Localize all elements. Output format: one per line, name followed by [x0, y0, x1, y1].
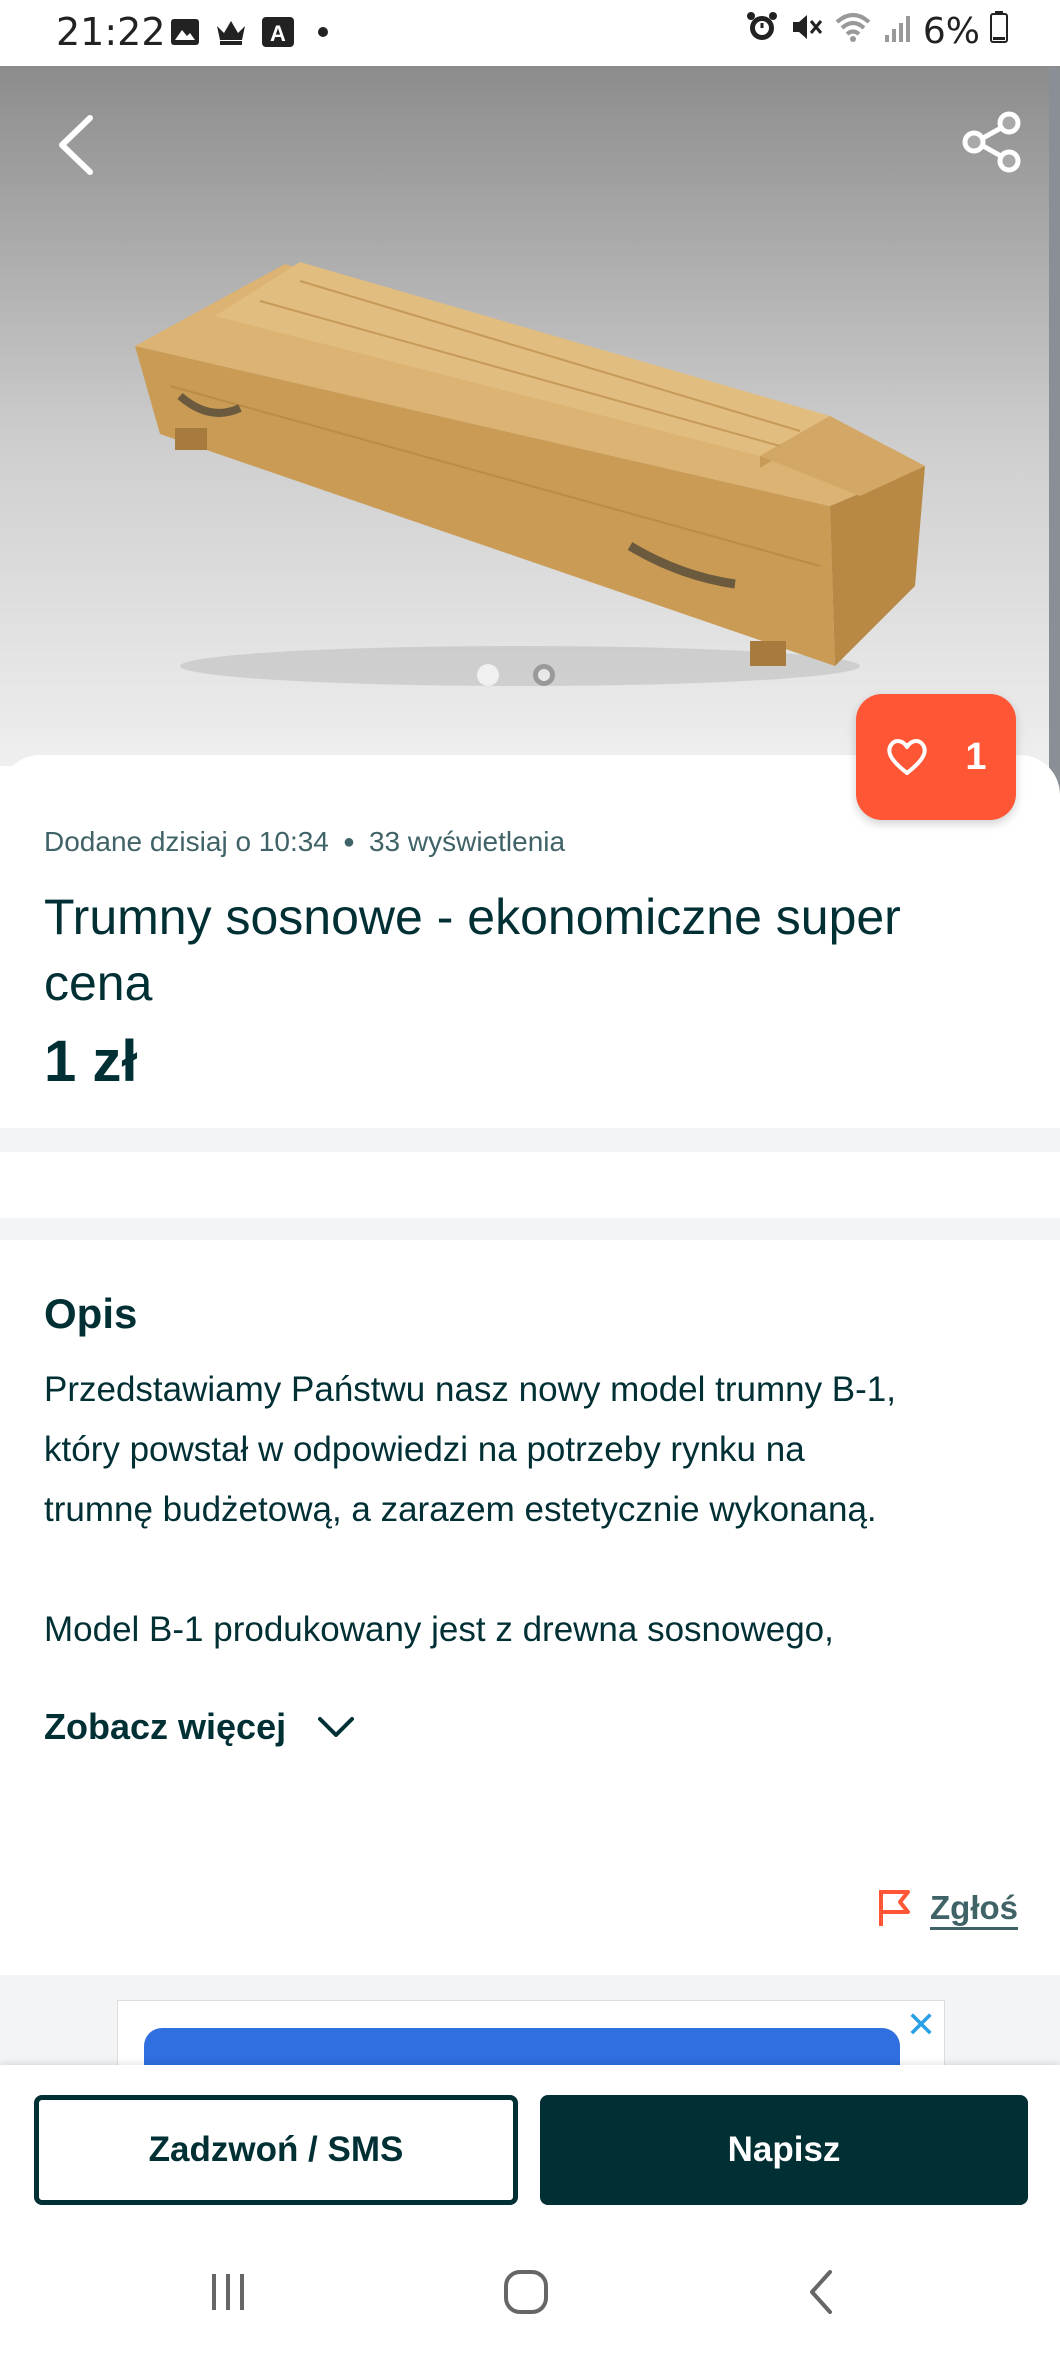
carousel-dot-active[interactable]: [477, 664, 499, 686]
dot-icon: [316, 14, 330, 50]
listing-meta: Dodane dzisiaj o 10:34 ● 33 wyświetlenia: [44, 826, 565, 858]
report-link[interactable]: Zgłoś: [876, 1888, 1018, 1928]
listing-photo[interactable]: [0, 66, 1060, 766]
share-icon: [962, 111, 1021, 173]
recents-icon: [212, 2274, 244, 2310]
wifi-icon: [833, 10, 873, 53]
added-date: Dodane dzisiaj o 10:34: [44, 826, 329, 857]
see-more-label: Zobacz więcej: [44, 1706, 287, 1747]
section-divider: [0, 1128, 1060, 1152]
back-button[interactable]: [50, 110, 110, 180]
battery-level: 6%: [922, 11, 980, 52]
section-divider: [0, 1218, 1060, 1240]
gallery-icon: [168, 14, 202, 50]
back-nav-button[interactable]: [802, 2268, 842, 2321]
pine-coffin-image: [135, 262, 925, 686]
a-app-icon: A: [260, 14, 296, 50]
mute-icon: [789, 10, 823, 53]
nav-back-icon: [810, 2270, 832, 2314]
see-more-button[interactable]: Zobacz więcej: [44, 1706, 356, 1748]
chevron-left-icon: [59, 115, 93, 175]
ad-close-icon[interactable]: ✕: [906, 2004, 936, 2046]
signal-icon: [883, 11, 913, 52]
call-sms-button[interactable]: Zadzwoń / SMS: [34, 2095, 518, 2205]
favorite-button[interactable]: 1: [856, 694, 1016, 820]
carousel-dot[interactable]: [533, 664, 555, 686]
listing-title: Trumny sosnowe - ekonomiczne super cena: [44, 889, 901, 1011]
flag-icon: [879, 1890, 910, 1926]
write-message-button[interactable]: Napisz: [540, 2095, 1028, 2205]
alarm-icon: [745, 10, 779, 53]
home-button[interactable]: [502, 2268, 550, 2321]
battery-icon: [990, 11, 1008, 52]
view-count: 33 wyświetlenia: [368, 826, 566, 857]
chevron-down-icon: [318, 1717, 355, 1737]
svg-text:A: A: [270, 21, 286, 46]
listing-price: 1 zł: [44, 1029, 138, 1094]
share-button[interactable]: [960, 110, 1024, 174]
description-heading: Opis: [44, 1290, 138, 1337]
status-time: 21:22: [56, 10, 166, 54]
crown-icon: [214, 14, 248, 50]
status-right: 6%: [745, 10, 1008, 53]
favorite-count: 1: [965, 735, 987, 778]
recent-apps-button[interactable]: [206, 2270, 250, 2319]
heart-icon: [887, 739, 928, 775]
report-label: Zgłoś: [930, 1889, 1018, 1926]
description-text: Przedstawiamy Państwu nasz nowy model tr…: [44, 1370, 896, 1649]
home-icon: [504, 2270, 548, 2314]
meta-separator: ●: [342, 830, 355, 853]
ad-content[interactable]: [144, 2028, 900, 2065]
